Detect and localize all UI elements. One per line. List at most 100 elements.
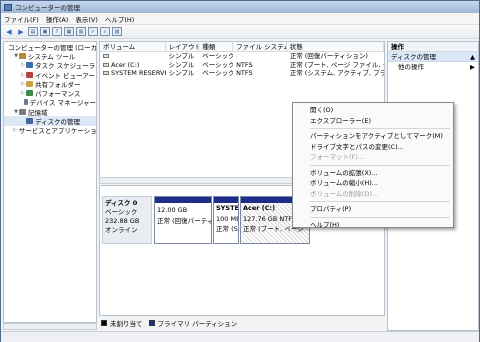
context-menu-item: ボリュームの削除(D)... <box>310 189 379 198</box>
disk-type: ベーシック <box>105 208 138 216</box>
menu-separator <box>310 128 450 129</box>
tree-item[interactable]: ディスクの管理 <box>4 116 96 126</box>
column-layout[interactable]: レイアウト <box>166 42 200 51</box>
table-cell: 正常 (システム, アクティブ, プライ <box>289 69 384 77</box>
disk-size: 232.88 GB <box>105 217 140 225</box>
column-volume[interactable]: ボリューム <box>100 42 166 51</box>
table-row[interactable]: Acer (C:) シンプル ベーシック NTFS 正常 (ブート, ページ ファイル,… <box>100 61 384 70</box>
volume-icon <box>103 71 109 75</box>
menu-help[interactable]: ヘルプ(H) <box>105 14 134 24</box>
console-icon[interactable]: ▣ <box>40 27 50 36</box>
volume-icon <box>103 54 109 58</box>
menu-separator <box>310 216 450 218</box>
computer-management-window: コンピューターの管理 ファイル(F) 操作(A) 表示(V) ヘルプ(H) ◀ … <box>0 0 480 342</box>
context-menu-item[interactable]: プロパティ(P) <box>293 204 453 215</box>
actions-selected-label: ディスクの管理 <box>391 53 437 61</box>
search-icon[interactable]: ⌕ <box>100 27 110 36</box>
partition-legend: 未割り当て プライマリ パーティション <box>99 317 385 329</box>
disk-status: オンライン <box>105 226 138 234</box>
tree-item[interactable]: ▷ パフォーマンス <box>4 88 96 98</box>
collapsed-arrow-icon[interactable]: ▷ <box>13 127 17 133</box>
tree-item[interactable]: ▷ 共有フォルダー <box>4 79 96 89</box>
table-cell <box>233 52 287 61</box>
partition-size: 100 MB <box>216 214 239 223</box>
table-cell <box>100 52 166 61</box>
forward-icon[interactable]: ▶ <box>16 27 26 36</box>
table-cell: Acer (C:) <box>100 61 166 70</box>
context-menu-item[interactable]: ヘルプ(H) <box>293 220 453 231</box>
tree-item[interactable]: ▼ システム ツール <box>4 51 96 61</box>
tree-node-icon <box>26 80 33 87</box>
tree-node-icon <box>26 90 33 97</box>
context-menu-item[interactable]: ボリュームの拡張(X)... <box>293 168 453 179</box>
actions-disk-management[interactable]: ディスクの管理 ▲ <box>388 52 478 62</box>
status-bar <box>1 331 479 342</box>
table-cell: ベーシック <box>202 52 234 60</box>
disk-icon[interactable]: ▥ <box>76 27 86 36</box>
tree-node-icon <box>19 108 26 115</box>
tree-horizontal-scrollbar[interactable] <box>3 323 97 330</box>
computer-management-icon <box>4 3 12 11</box>
table-cell: NTFS <box>236 69 253 77</box>
table-row[interactable]: SYSTEM RESERVEDシンプルベーシックNTFS 正常 (システム, アク… <box>100 69 384 78</box>
unallocated-swatch <box>101 320 107 326</box>
tree-item[interactable]: ▷ イベント ビューアー <box>4 70 96 80</box>
primary-partition-swatch <box>148 320 155 326</box>
actions-more-label: 他の操作 <box>398 63 424 71</box>
collapse-arrow-icon[interactable]: ▲ <box>470 52 475 61</box>
window-title: コンピューターの管理 <box>15 4 80 12</box>
partition-name: SYSTEI <box>216 204 239 212</box>
tree-item[interactable]: ▷ タスク スケジューラ <box>4 61 96 70</box>
help-icon[interactable]: ▦ <box>64 27 74 36</box>
tree-item[interactable]: ▼ 記憶域 <box>4 107 96 117</box>
tree-node-icon <box>23 99 28 106</box>
column-type[interactable]: 種類 <box>199 42 234 51</box>
disk-name: ディスク 0 <box>105 199 138 207</box>
volume-name: Acer (C:) <box>111 60 140 69</box>
context-menu: 開く(O) エクスプローラー(E) パーティションをアクティブとしてマーク(M) ドラ… <box>292 102 454 231</box>
tree-item[interactable]: ▷ サービスとアプリケーショ <box>4 126 96 135</box>
legend-primary: プライマリ パーティション <box>157 320 238 328</box>
table-cell: シンプル <box>168 69 195 77</box>
context-menu-item[interactable]: ドライブ文字とパスの変更(C)... <box>293 142 453 153</box>
volume-rows: シンプル ベーシック 正常 (回復パーティション) Acer (C:) シンプル ベーシッ… <box>100 52 384 78</box>
context-menu-item[interactable]: 開く(O) <box>293 105 453 116</box>
tree-item[interactable]: デバイス マネージャー <box>4 98 96 107</box>
tree-node-icon <box>19 52 26 59</box>
menu-bar: ファイル(F) 操作(A) 表示(V) ヘルプ(H) <box>1 13 479 25</box>
title-bar: コンピューターの管理 <box>1 1 479 13</box>
context-menu-item: フォーマット(F)... <box>310 153 365 161</box>
table-cell: シンプル <box>168 60 195 69</box>
table-cell: NTFS <box>236 60 253 69</box>
partition-status: 正常 (回復パーティ <box>157 216 212 225</box>
menu-action[interactable]: 操作(A) <box>46 14 69 24</box>
check-icon[interactable]: ✓ <box>88 27 98 36</box>
actions-more[interactable]: 他の操作 ▶ <box>388 62 478 72</box>
refresh-icon[interactable]: ▨ <box>112 27 122 36</box>
back-icon[interactable]: ◀ <box>4 27 14 36</box>
disk-0-label[interactable]: ディスク 0 ベーシック 232.88 GB オンライン <box>102 196 152 244</box>
menu-file[interactable]: ファイル(F) <box>4 14 39 24</box>
volume-icon <box>103 62 109 67</box>
tree-node-icon <box>26 71 33 78</box>
table-cell: 正常 (ブート, ページ ファイル, クラ <box>289 60 384 69</box>
partition-system-reserved[interactable]: SYSTEI 100 MB 正常 (S <box>213 196 239 244</box>
table-cell: 正常 (回復パーティション) <box>289 52 368 60</box>
context-menu-item[interactable]: ボリュームの縮小(H)... <box>293 178 453 189</box>
partition-recovery[interactable]: 12.00 GB 正常 (回復パーティ <box>154 196 212 244</box>
properties-icon[interactable]: ? <box>52 27 62 36</box>
actions-header: 操作 <box>388 42 478 52</box>
up-icon[interactable]: ▤ <box>28 27 38 36</box>
volume-name: SYSTEM RESERVED <box>111 69 166 77</box>
tree-item[interactable]: コンピューターの管理 (ローカ <box>4 42 96 52</box>
legend-unallocated: 未割り当て <box>110 320 143 328</box>
tree-item-label: サービスとアプリケーショ <box>18 127 97 136</box>
column-status[interactable]: 状態 <box>287 42 384 51</box>
column-filesystem[interactable]: ファイル システム <box>233 42 287 51</box>
table-cell: ベーシック <box>202 69 234 77</box>
toolbar: ◀ ▶ ▤ ▣ ? ▦ ▥ ✓ ⌕ ▨ <box>1 25 479 39</box>
menu-view[interactable]: 表示(V) <box>75 14 98 24</box>
context-menu-item[interactable]: パーティションをアクティブとしてマーク(M) <box>293 131 453 142</box>
context-menu-item[interactable]: エクスプローラー(E) <box>293 116 453 127</box>
table-row[interactable]: シンプル ベーシック 正常 (回復パーティション) <box>100 52 384 61</box>
